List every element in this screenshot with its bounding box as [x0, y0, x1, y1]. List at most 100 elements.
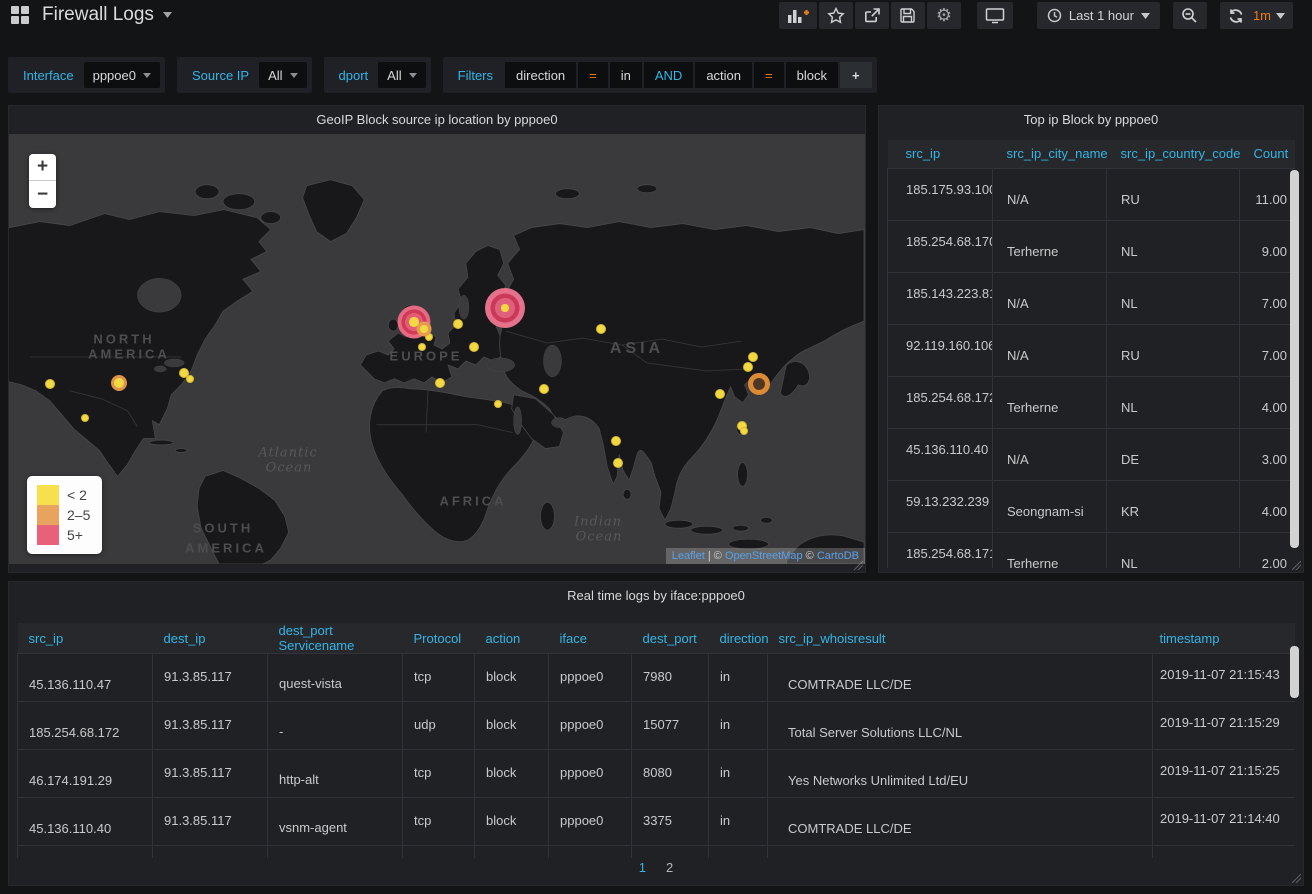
filter-conjunction[interactable]: AND [644, 62, 693, 88]
tv-cycle-button[interactable] [977, 2, 1013, 29]
map-zoom-out-button[interactable]: − [29, 181, 56, 208]
table-cell: 8080 [632, 750, 709, 798]
map-zoom-in-button[interactable]: + [29, 154, 56, 181]
worldmap[interactable]: NORTHAMERICAEUROPEASIAAFRICASOUTHAMERICA… [9, 134, 865, 564]
table-cell: tcp [403, 750, 475, 798]
interface-dropdown[interactable]: pppoe0 [84, 62, 160, 88]
column-header-country[interactable]: src_ip_country_code [1107, 140, 1240, 168]
scrollbar-thumb[interactable] [1290, 646, 1299, 698]
panel-title[interactable]: GeoIP Block source ip location by pppoe0 [9, 106, 865, 134]
column-header-city[interactable]: src_ip_city_name [993, 140, 1107, 168]
table-cell: block [475, 846, 549, 859]
table-cell: 4.00 [1240, 376, 1296, 428]
add-panel-button[interactable] [779, 2, 817, 29]
map-marker-dot[interactable] [743, 362, 753, 372]
star-button[interactable] [819, 2, 853, 29]
map-marker-dot-sm[interactable] [186, 375, 194, 383]
map-marker-dot[interactable] [611, 436, 621, 446]
table-cell: - [268, 702, 403, 750]
leaflet-link[interactable]: Leaflet [672, 550, 705, 562]
column-header-timestamp[interactable]: timestamp [1153, 623, 1296, 654]
map-marker-big-red-lg[interactable] [485, 288, 525, 328]
dashboard-title[interactable]: Firewall Logs [42, 4, 154, 26]
legend-label: 2–5 [67, 507, 90, 523]
dport-dropdown[interactable]: All [378, 62, 425, 88]
map-marker-orange-ring[interactable] [748, 373, 770, 395]
filter-operator[interactable]: = [578, 62, 608, 88]
zoom-out-icon [1181, 7, 1198, 24]
time-range-picker[interactable]: Last 1 hour [1037, 2, 1160, 29]
table-cell: 59.13.232.239 [888, 480, 993, 532]
map-marker-dot[interactable] [469, 342, 479, 352]
column-header-direction[interactable]: direction [709, 623, 768, 654]
time-range-label: Last 1 hour [1069, 8, 1134, 23]
table-cell [768, 846, 1153, 859]
refresh-button[interactable]: 1m [1220, 2, 1293, 29]
filter-value-in[interactable]: in [610, 62, 642, 88]
share-button[interactable] [855, 2, 889, 29]
map-marker-dot[interactable] [748, 352, 758, 362]
column-header-whois[interactable]: src_ip_whoisresult [768, 623, 1153, 654]
settings-button[interactable]: ⚙ [927, 2, 961, 29]
refresh-interval-label[interactable]: 1m [1253, 8, 1271, 23]
panel-title[interactable]: Real time logs by iface:pppoe0 [9, 582, 1303, 610]
legend-item: 5+ [37, 525, 90, 545]
table-cell: NL [1107, 376, 1240, 428]
map-marker-dot-sm[interactable] [418, 343, 426, 351]
map-text-label: AFRICA [439, 494, 506, 509]
map-marker-dot[interactable] [453, 319, 463, 329]
filter-operator[interactable]: = [754, 62, 784, 88]
map-marker-dot[interactable] [613, 458, 623, 468]
table-cell: 9.00 [1240, 220, 1296, 272]
cartodb-link[interactable]: CartoDB [817, 550, 859, 562]
scrollbar-thumb[interactable] [1290, 170, 1299, 548]
table-pagination: 1 2 [9, 860, 1303, 875]
map-marker-orange-dot[interactable] [417, 322, 432, 337]
map-marker-dot[interactable] [539, 384, 549, 394]
column-header-dest-ip[interactable]: dest_ip [153, 623, 268, 654]
table-cell: 2019-11-07 21:14:40 [1153, 798, 1296, 846]
map-marker-dot[interactable] [45, 379, 55, 389]
column-header-action[interactable]: action [475, 623, 549, 654]
table-cell: 185.254.68.171 [888, 532, 993, 568]
panel-title[interactable]: Top ip Block by pppoe0 [879, 106, 1303, 134]
save-button[interactable] [891, 2, 925, 29]
table-cell: 91.3.85.117 [153, 654, 268, 702]
filter-key-action[interactable]: action [695, 62, 752, 88]
column-header-dest-port[interactable]: dest_port [632, 623, 709, 654]
source-ip-dropdown[interactable]: All [259, 62, 306, 88]
filter-key-direction[interactable]: direction [505, 62, 576, 88]
page-button-2[interactable]: 2 [666, 860, 673, 875]
map-marker-dot-sm[interactable] [81, 414, 89, 422]
column-header-protocol[interactable]: Protocol [403, 623, 475, 654]
panel-resize-handle[interactable] [1292, 874, 1301, 883]
table-viewport: src_ip dest_ip dest_port Servicename Pro… [17, 623, 1295, 858]
filters-label: Filters [448, 68, 503, 83]
map-text-label: AMERICA [88, 347, 170, 362]
dashboard-grid-icon[interactable] [10, 5, 30, 25]
zoom-out-button[interactable] [1173, 2, 1207, 29]
panel-resize-handle[interactable] [1292, 561, 1301, 570]
column-header-src-ip[interactable]: src_ip [18, 623, 153, 654]
map-marker-dot[interactable] [596, 324, 606, 334]
table-cell: block [475, 654, 549, 702]
map-marker-dot[interactable] [435, 378, 445, 388]
column-header-servicename[interactable]: dest_port Servicename [268, 623, 403, 654]
add-filter-button[interactable]: + [840, 62, 872, 88]
column-header-count[interactable]: Count [1240, 140, 1296, 168]
page-button-1[interactable]: 1 [639, 860, 646, 875]
map-marker-dot-sm[interactable] [494, 400, 502, 408]
column-header-iface[interactable]: iface [549, 623, 632, 654]
map-zoom-control: + − [29, 154, 56, 208]
map-marker-ring-dot[interactable] [111, 375, 127, 391]
column-header-src-ip[interactable]: src_ip [888, 140, 993, 168]
map-marker-dot[interactable] [715, 389, 725, 399]
filter-value-block[interactable]: block [786, 62, 838, 88]
table-cell: 2019-11-07 21:15:25 [1153, 750, 1296, 798]
openstreetmap-link[interactable]: OpenStreetMap [725, 550, 803, 562]
table-cell: http-alt [268, 750, 403, 798]
save-icon [899, 7, 916, 24]
map-marker-dot-sm[interactable] [740, 427, 748, 435]
table-cell: COMTRADE LLC/DE [768, 654, 1153, 702]
table-cell: Terherne [993, 376, 1107, 428]
